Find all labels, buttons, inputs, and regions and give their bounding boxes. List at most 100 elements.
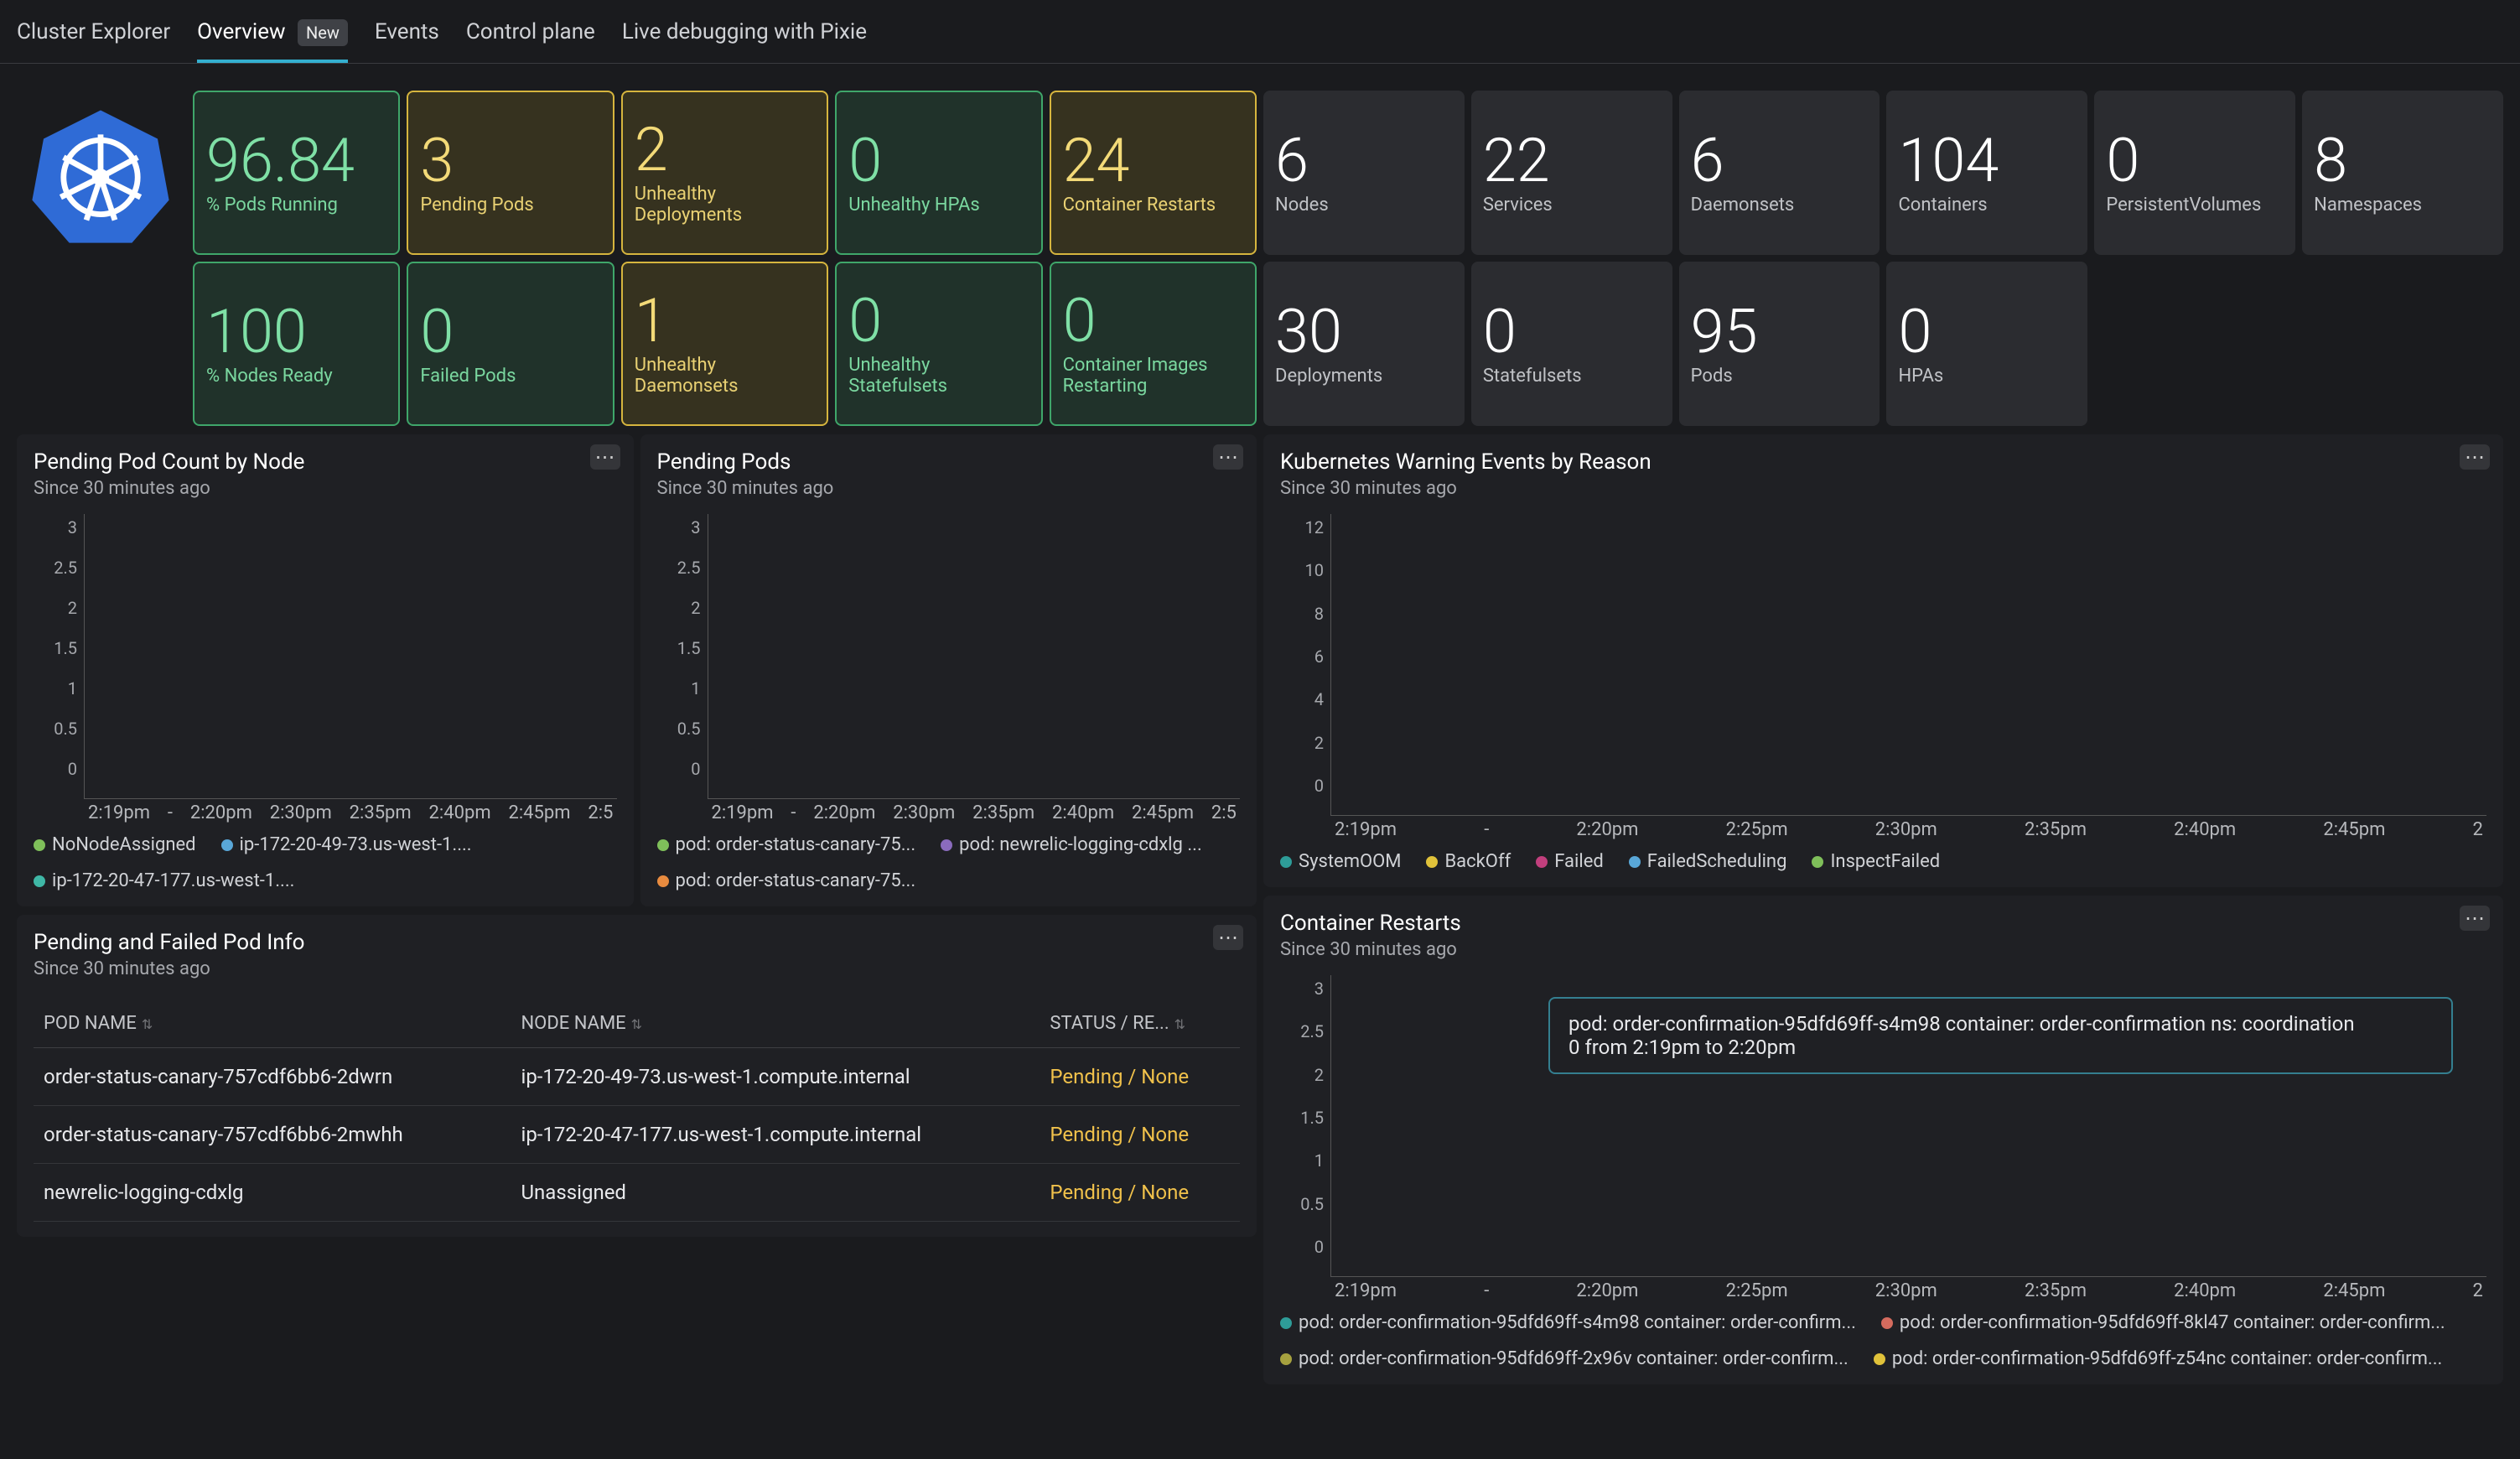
- cell-pod: order-status-canary-757cdf6bb6-2dwrn: [34, 1048, 511, 1106]
- nav-overview-label: Overview: [197, 19, 285, 44]
- card-value: 6: [1691, 131, 1869, 191]
- panel-container-restarts: Container Restarts Since 30 minutes ago …: [1263, 896, 2503, 1384]
- legend-item[interactable]: BackOff: [1426, 851, 1511, 872]
- chart-legend: NoNodeAssigned ip-172-20-49-73.us-west-1.…: [34, 834, 617, 891]
- health-card[interactable]: 0 Failed Pods: [407, 262, 614, 426]
- panel-more-icon[interactable]: ⋯: [1213, 925, 1243, 950]
- card-label: Namespaces: [2314, 195, 2491, 215]
- card-value: 0: [1483, 302, 1661, 362]
- card-label: % Nodes Ready: [206, 366, 386, 387]
- card-label: Statefulsets: [1483, 366, 1661, 387]
- panel-more-icon[interactable]: ⋯: [2460, 444, 2490, 470]
- nav-overview[interactable]: Overview New: [197, 1, 348, 63]
- count-card[interactable]: 6 Daemonsets: [1679, 91, 1880, 255]
- nav-cluster-explorer[interactable]: Cluster Explorer: [17, 1, 170, 63]
- health-card[interactable]: 0 Unhealthy HPAs: [835, 91, 1042, 255]
- card-label: Container Restarts: [1063, 195, 1243, 215]
- nav-new-badge: New: [298, 19, 348, 46]
- nav-control-plane[interactable]: Control plane: [466, 1, 595, 63]
- panel-k8s-warning-events: Kubernetes Warning Events by Reason Sinc…: [1263, 434, 2503, 887]
- chart-legend: pod: order-confirmation-95dfd69ff-s4m98 …: [1280, 1312, 2486, 1369]
- count-card[interactable]: 95 Pods: [1679, 262, 1880, 426]
- legend-item[interactable]: pod: order-confirmation-95dfd69ff-s4m98 …: [1280, 1312, 1856, 1333]
- panel-since: Since 30 minutes ago: [657, 478, 1241, 499]
- card-label: Pending Pods: [420, 195, 600, 215]
- nav-live-debugging[interactable]: Live debugging with Pixie: [622, 1, 867, 63]
- card-label: Unhealthy Statefulsets: [848, 355, 1029, 397]
- column-header[interactable]: STATUS / RE...⇅: [1040, 999, 1240, 1048]
- count-card[interactable]: 22 Services: [1471, 91, 1672, 255]
- card-value: 22: [1483, 131, 1661, 191]
- chart-plot[interactable]: 2:19pm-2:20pm2:25pm2:30pm2:35pm2:40pm2:4…: [1330, 514, 2486, 816]
- legend-item[interactable]: pod: order-confirmation-95dfd69ff-8kl47 …: [1881, 1312, 2445, 1333]
- panel-more-icon[interactable]: ⋯: [1213, 444, 1243, 470]
- panel-title: Pending Pods: [657, 449, 1241, 475]
- panel-pending-failed-pod-info: Pending and Failed Pod Info Since 30 min…: [17, 915, 1257, 1237]
- card-value: 95: [1691, 302, 1869, 362]
- panel-more-icon[interactable]: ⋯: [2460, 906, 2490, 931]
- health-cards-grid: 96.84 % Pods Running3 Pending Pods2 Unhe…: [193, 91, 1257, 426]
- chart-plot[interactable]: 2:19pm-2:20pm2:30pm2:35pm2:40pm2:45pm2:5: [708, 514, 1241, 799]
- legend-item[interactable]: pod: order-confirmation-95dfd69ff-z54nc …: [1874, 1348, 2443, 1369]
- card-label: Nodes: [1275, 195, 1453, 215]
- card-value: 0: [1898, 302, 2076, 362]
- cell-pod: order-status-canary-757cdf6bb6-2mwhh: [34, 1106, 511, 1164]
- health-card[interactable]: 3 Pending Pods: [407, 91, 614, 255]
- legend-item[interactable]: pod: order-confirmation-95dfd69ff-2x96v …: [1280, 1348, 1849, 1369]
- column-header[interactable]: NODE NAME⇅: [511, 999, 1040, 1048]
- chart-plot[interactable]: 2:19pm-2:20pm2:30pm2:35pm2:40pm2:45pm2:5: [84, 514, 617, 799]
- cell-node: Unassigned: [511, 1164, 1040, 1222]
- legend-item[interactable]: InspectFailed: [1812, 851, 1940, 872]
- health-card[interactable]: 96.84 % Pods Running: [193, 91, 400, 255]
- tooltip-line-1: pod: order-confirmation-95dfd69ff-s4m98 …: [1569, 1012, 2433, 1036]
- card-value: 0: [2106, 131, 2284, 191]
- top-nav: Cluster Explorer Overview New Events Con…: [0, 0, 2520, 64]
- chart-tooltip: pod: order-confirmation-95dfd69ff-s4m98 …: [1548, 997, 2453, 1074]
- legend-item[interactable]: pod: order-status-canary-75...: [657, 834, 916, 855]
- count-card[interactable]: 0 HPAs: [1886, 262, 2087, 426]
- nav-events[interactable]: Events: [375, 1, 439, 63]
- legend-item[interactable]: ip-172-20-49-73.us-west-1....: [221, 834, 472, 855]
- health-card[interactable]: 0 Unhealthy Statefulsets: [835, 262, 1042, 426]
- count-card[interactable]: 0 Statefulsets: [1471, 262, 1672, 426]
- card-label: Failed Pods: [420, 366, 600, 387]
- pods-table: POD NAME⇅NODE NAME⇅STATUS / RE...⇅ order…: [34, 999, 1240, 1222]
- card-label: HPAs: [1898, 366, 2076, 387]
- count-card[interactable]: 104 Containers: [1886, 91, 2087, 255]
- panel-more-icon[interactable]: ⋯: [590, 444, 620, 470]
- card-label: Container Images Restarting: [1063, 355, 1243, 397]
- health-card[interactable]: 2 Unhealthy Deployments: [621, 91, 828, 255]
- card-value: 2: [635, 120, 815, 180]
- legend-item[interactable]: FailedScheduling: [1629, 851, 1787, 872]
- table-row[interactable]: order-status-canary-757cdf6bb6-2mwhh ip-…: [34, 1106, 1240, 1164]
- card-label: Unhealthy HPAs: [848, 195, 1029, 215]
- y-axis: 121086420: [1280, 514, 1330, 816]
- health-card[interactable]: 100 % Nodes Ready: [193, 262, 400, 426]
- legend-item[interactable]: pod: order-status-canary-75...: [657, 870, 916, 891]
- health-card[interactable]: 24 Container Restarts: [1050, 91, 1257, 255]
- card-label: % Pods Running: [206, 195, 386, 215]
- x-axis: 2:19pm-2:20pm2:30pm2:35pm2:40pm2:45pm2:5: [708, 802, 1241, 823]
- table-row[interactable]: order-status-canary-757cdf6bb6-2dwrn ip-…: [34, 1048, 1240, 1106]
- table-row[interactable]: newrelic-logging-cdxlg Unassigned Pendin…: [34, 1164, 1240, 1222]
- column-header[interactable]: POD NAME⇅: [34, 999, 511, 1048]
- legend-item[interactable]: Failed: [1536, 851, 1604, 872]
- health-card[interactable]: 1 Unhealthy Daemonsets: [621, 262, 828, 426]
- count-card[interactable]: 8 Namespaces: [2302, 91, 2503, 255]
- count-card[interactable]: 0 PersistentVolumes: [2094, 91, 2295, 255]
- y-axis: 32.521.510.50: [1280, 975, 1330, 1277]
- panel-title: Kubernetes Warning Events by Reason: [1280, 449, 2486, 475]
- count-card[interactable]: 30 Deployments: [1263, 262, 1465, 426]
- card-label: Containers: [1898, 195, 2076, 215]
- chart-legend: SystemOOM BackOff Failed FailedScheduling In…: [1280, 851, 2486, 872]
- card-label: Deployments: [1275, 366, 1453, 387]
- legend-item[interactable]: pod: newrelic-logging-cdxlg ...: [941, 834, 1202, 855]
- health-card[interactable]: 0 Container Images Restarting: [1050, 262, 1257, 426]
- card-value: 8: [2314, 131, 2491, 191]
- legend-item[interactable]: SystemOOM: [1280, 851, 1401, 872]
- legend-item[interactable]: ip-172-20-47-177.us-west-1....: [34, 870, 294, 891]
- x-axis: 2:19pm-2:20pm2:30pm2:35pm2:40pm2:45pm2:5: [85, 802, 617, 823]
- legend-item[interactable]: NoNodeAssigned: [34, 834, 196, 855]
- count-card[interactable]: 6 Nodes: [1263, 91, 1465, 255]
- chart-legend: pod: order-status-canary-75... pod: newre…: [657, 834, 1241, 891]
